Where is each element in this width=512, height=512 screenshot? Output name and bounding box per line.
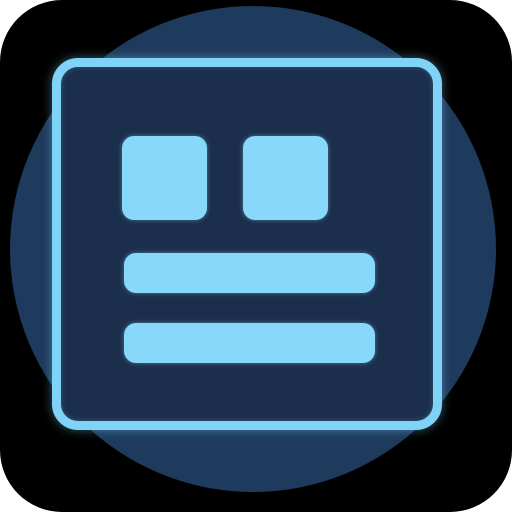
app-icon-tile[interactable] [0,0,512,512]
dashboard-layout-icon [52,58,442,430]
layout-block-right [243,136,328,220]
layout-bar-bottom [124,323,375,363]
layout-bar-top [124,253,375,293]
layout-block-left [122,136,207,220]
